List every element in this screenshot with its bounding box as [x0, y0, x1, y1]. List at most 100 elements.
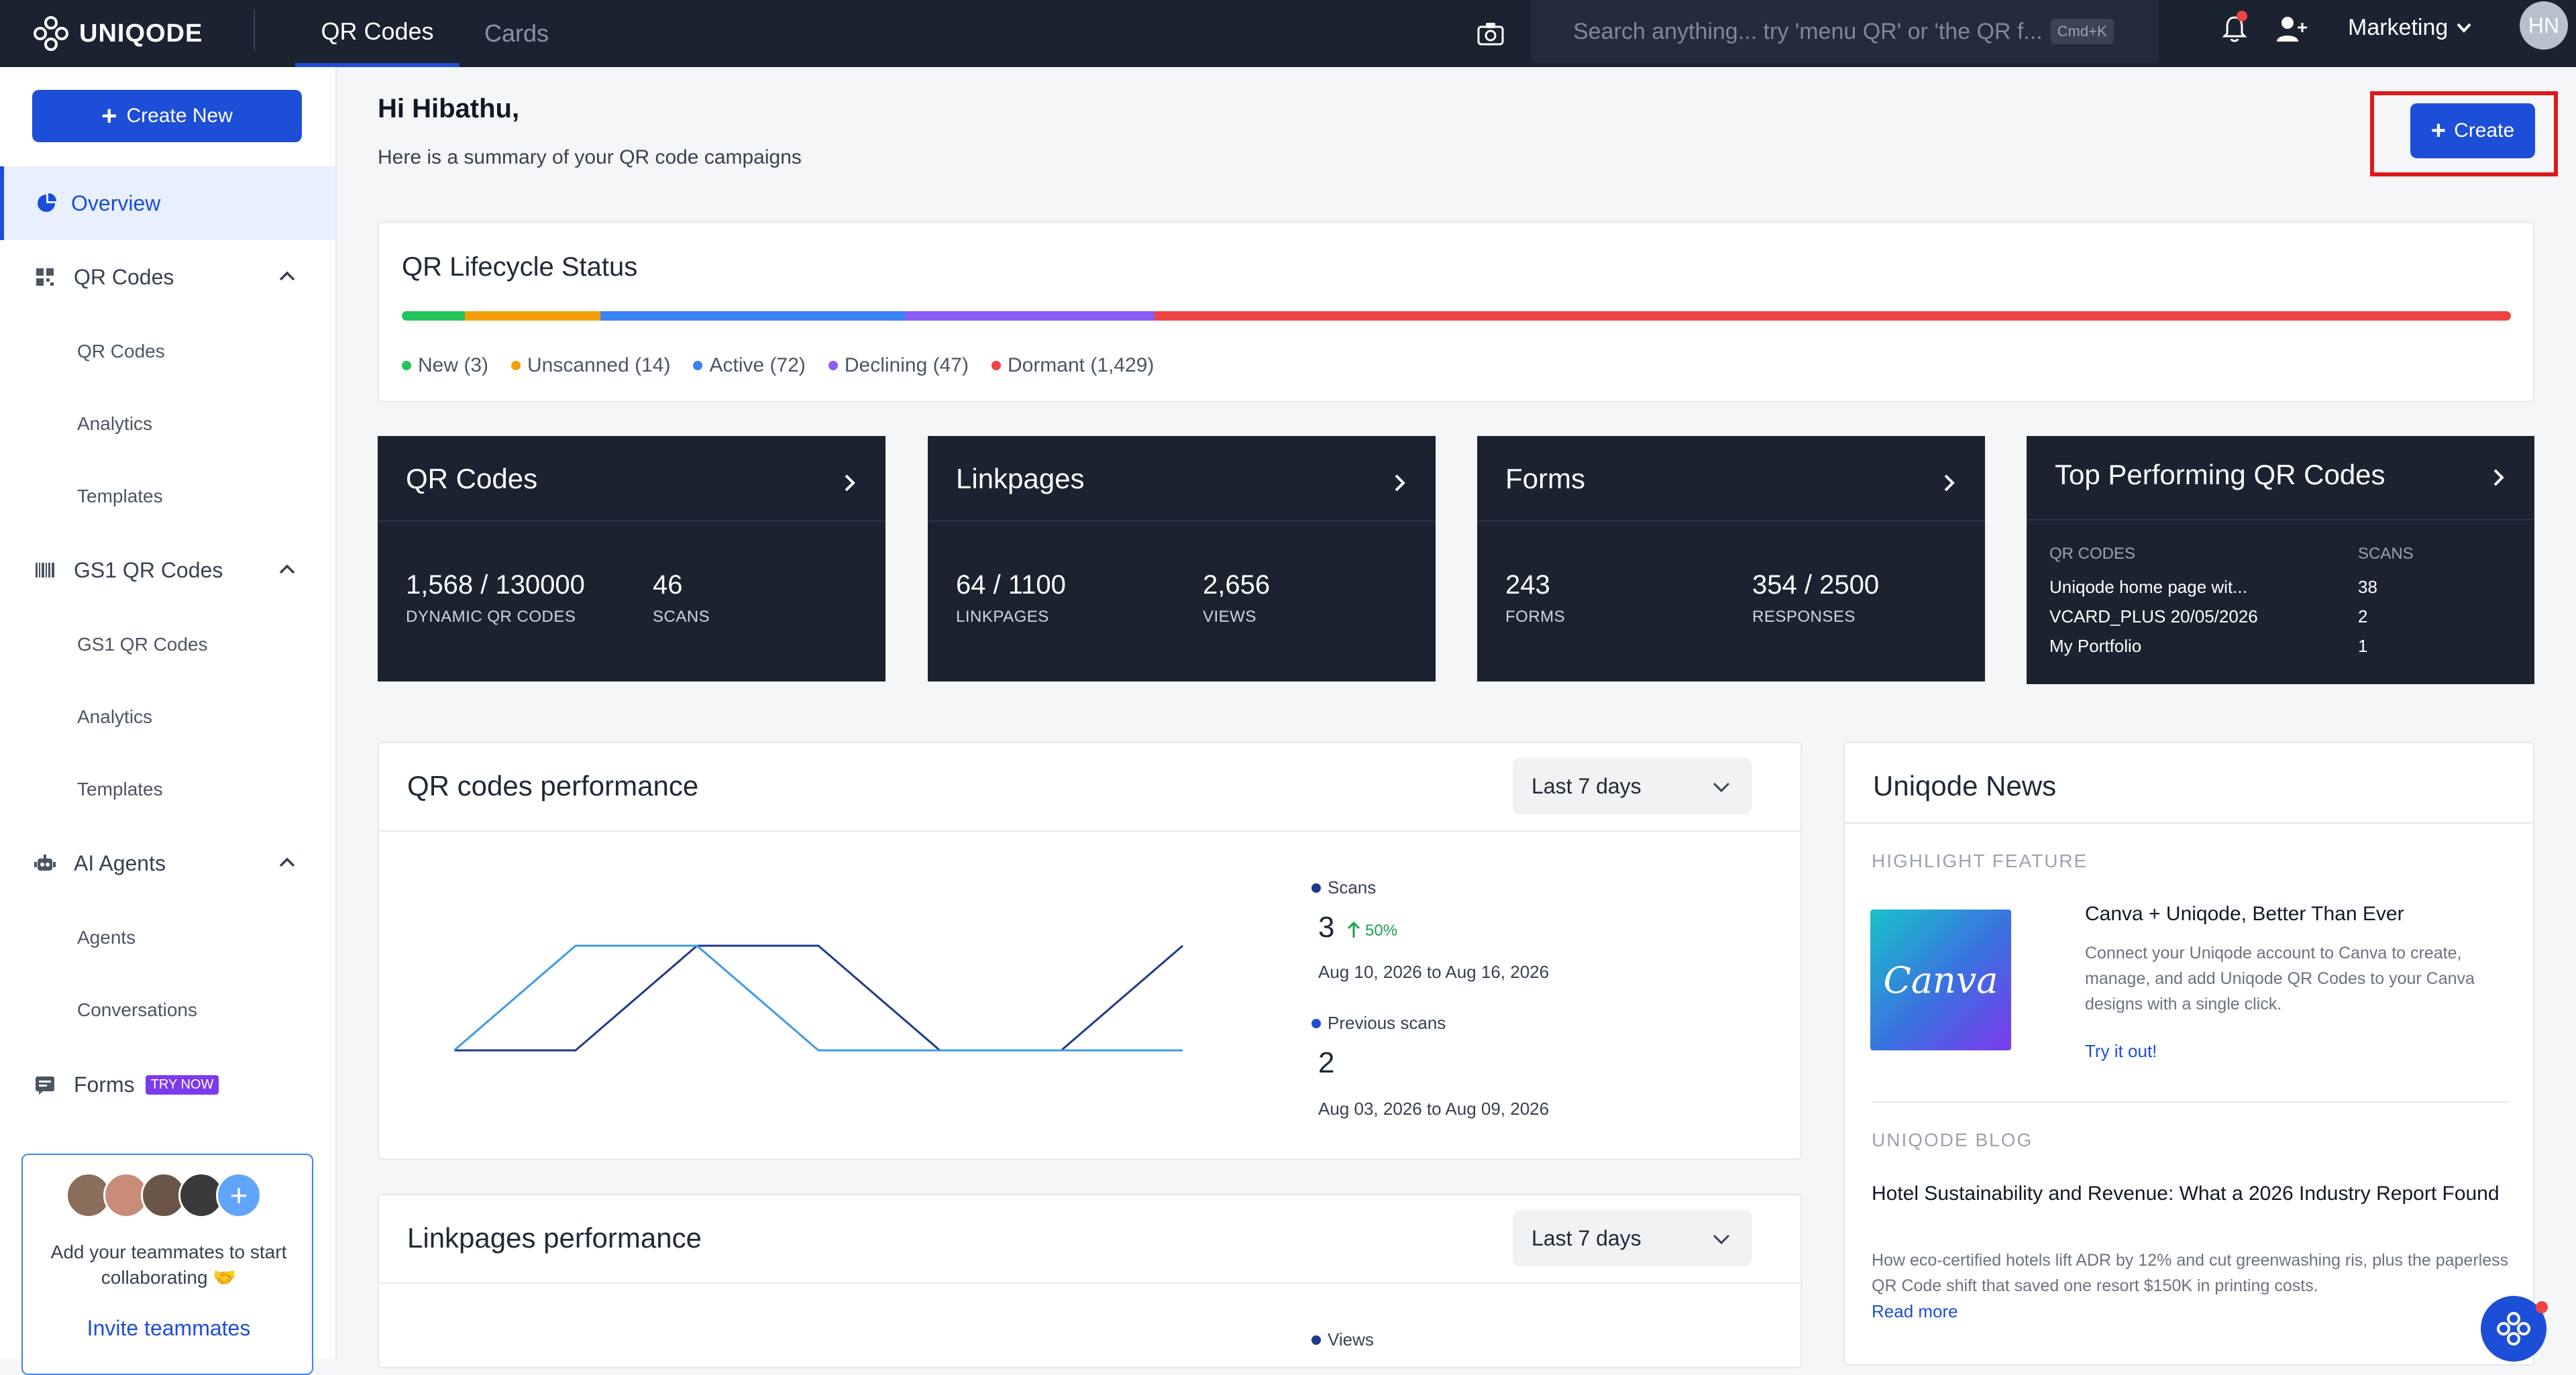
lifecycle-legend-item[interactable]: New (3) — [402, 354, 488, 377]
lifecycle-segment — [402, 311, 466, 321]
camera-icon[interactable] — [1476, 19, 1505, 48]
forms-count: 243 — [1505, 570, 1550, 600]
sidebar-group-label: AI Agents — [74, 850, 166, 875]
blog-title[interactable]: Hotel Sustainability and Revenue: What a… — [1872, 1179, 2516, 1209]
user-avatar[interactable]: HN — [2520, 1, 2568, 50]
views-label: VIEWS — [1203, 608, 1256, 626]
highlight-feature-label: HIGHLIGHT FEATURE — [1872, 850, 2088, 871]
panel-title: Linkpages performance — [407, 1222, 702, 1254]
sidebar-group-qr-codes[interactable]: QR Codes — [0, 254, 335, 300]
feature-title[interactable]: Canva + Uniqode, Better Than Ever — [2085, 903, 2404, 926]
top-qr-scans: 38 — [2358, 577, 2377, 597]
lifecycle-legend-item[interactable]: Dormant (1,429) — [991, 354, 1154, 377]
top-qr-scans: 2 — [2358, 606, 2368, 626]
chevron-down-icon — [1713, 782, 1730, 793]
scans-line-chart — [453, 944, 1183, 1052]
views-count: 2,656 — [1203, 570, 1271, 600]
divider — [1477, 520, 1985, 522]
legend-dot — [1311, 883, 1321, 893]
divider — [378, 520, 885, 522]
blog-label: UNIQODE BLOG — [1872, 1130, 2033, 1150]
robot-icon — [34, 855, 56, 871]
lifecycle-legend-item[interactable]: Declining (47) — [828, 354, 969, 377]
legend-dot — [828, 361, 838, 370]
date-range-select[interactable]: Last 7 days — [1513, 758, 1752, 814]
legend-label: Active (72) — [709, 354, 806, 376]
sidebar-item-agents[interactable]: Agents — [77, 927, 136, 948]
lifecycle-legend-item[interactable]: Unscanned (14) — [511, 354, 670, 377]
add-teammate-icon[interactable]: + — [216, 1172, 262, 1218]
add-user-icon[interactable] — [2274, 12, 2309, 47]
sidebar-item-qr-codes[interactable]: QR Codes — [77, 341, 165, 362]
sidebar-item-qr-templates[interactable]: Templates — [77, 486, 163, 507]
create-label: Create — [2454, 119, 2515, 142]
linkpages-stat-card[interactable]: Linkpages 64 / 1100 LINKPAGES 2,656 VIEW… — [928, 436, 1436, 681]
sidebar-item-label: Overview — [71, 190, 161, 215]
scans-count: 46 — [653, 570, 683, 600]
tab-cards[interactable]: Cards — [470, 0, 564, 67]
qr-performance-panel: QR codes performance Last 7 days Scans 3… — [378, 742, 1802, 1160]
lifecycle-legend-item[interactable]: Active (72) — [693, 354, 806, 377]
create-new-button[interactable]: + Create New — [32, 90, 302, 142]
form-icon — [36, 1077, 54, 1095]
sidebar-item-qr-analytics[interactable]: Analytics — [77, 413, 152, 435]
tab-qr-codes[interactable]: QR Codes — [295, 0, 460, 67]
lifecycle-segment — [906, 311, 1155, 321]
sidebar-item-gs1-templates[interactable]: Templates — [77, 779, 163, 800]
top-qr-name[interactable]: Uniqode home page wit... — [2049, 577, 2247, 598]
workspace-selector[interactable]: Marketing — [2348, 11, 2473, 44]
lifecycle-progress-bar — [402, 311, 2511, 321]
canva-thumbnail[interactable]: Canva — [1870, 910, 2011, 1050]
invite-teammates-card: + Add your teammates to start collaborat… — [21, 1154, 313, 1375]
legend-label: New (3) — [418, 354, 489, 376]
sidebar-item-overview[interactable]: Overview — [0, 166, 335, 240]
notification-dot — [2237, 11, 2247, 21]
scans-label: SCANS — [653, 608, 710, 626]
forms-stat-card[interactable]: Forms 243 FORMS 354 / 2500 RESPONSES — [1477, 436, 1985, 681]
create-button[interactable]: + Create — [2410, 103, 2535, 158]
legend-dot — [1311, 1335, 1321, 1345]
sidebar-item-gs1-analytics[interactable]: Analytics — [77, 706, 152, 728]
sidebar-item-gs1-qr-codes[interactable]: GS1 QR Codes — [77, 634, 208, 655]
sidebar-group-gs1-qr-codes[interactable]: GS1 QR Codes — [0, 547, 335, 594]
sidebar-group-ai-agents[interactable]: AI Agents — [0, 840, 335, 887]
legend-label: Unscanned (14) — [527, 354, 671, 376]
chevron-up-icon — [279, 564, 295, 574]
legend-dot — [402, 361, 411, 370]
workspace-name: Marketing — [2348, 14, 2449, 40]
brand-name: UNIQODE — [79, 19, 203, 48]
scans-column-header: SCANS — [2358, 545, 2414, 563]
plus-icon: + — [101, 101, 117, 131]
linkpages-label: LINKPAGES — [956, 608, 1049, 626]
scans-value: 3 — [1318, 911, 1335, 944]
read-more-link[interactable]: Read more — [1872, 1301, 1958, 1322]
panel-title: Uniqode News — [1873, 770, 2057, 802]
sidebar-group-forms[interactable]: Forms TRY NOW — [0, 1061, 335, 1108]
search-input[interactable]: Search anything... try 'menu QR' or 'the… — [1532, 0, 2159, 63]
try-it-out-link[interactable]: Try it out! — [2085, 1041, 2157, 1062]
qr-codes-stat-card[interactable]: QR Codes 1,568 / 130000 DYNAMIC QR CODES… — [378, 436, 885, 681]
responses-count: 354 / 2500 — [1752, 570, 1880, 600]
invite-teammates-link[interactable]: Invite teammates — [23, 1316, 315, 1341]
notification-dot — [2536, 1301, 2548, 1313]
previous-scans-legend: Previous scans — [1311, 1013, 1446, 1034]
sidebar-group-label: QR Codes — [74, 264, 174, 289]
lifecycle-title: QR Lifecycle Status — [402, 252, 638, 282]
sidebar-item-conversations[interactable]: Conversations — [77, 999, 197, 1021]
legend-dot — [693, 361, 703, 370]
previous-scans-date-range: Aug 03, 2026 to Aug 09, 2026 — [1318, 1099, 1550, 1119]
divider — [928, 520, 1436, 522]
try-now-badge: TRY NOW — [145, 1075, 219, 1095]
top-qr-name[interactable]: VCARD_PLUS 20/05/2026 — [2049, 606, 2258, 627]
card-title: Top Performing QR Codes — [2055, 459, 2385, 490]
arrow-up-icon — [1347, 922, 1360, 938]
barcode-icon — [36, 563, 54, 578]
top-qr-name[interactable]: My Portfolio — [2049, 636, 2141, 657]
invite-message: Add your teammates to start collaboratin… — [50, 1242, 287, 1288]
date-range-select[interactable]: Last 7 days — [1513, 1210, 1752, 1266]
brand-logo[interactable]: UNIQODE — [32, 15, 203, 52]
team-avatars: + — [66, 1172, 262, 1218]
top-performing-card[interactable]: Top Performing QR Codes QR CODES SCANS U… — [2027, 436, 2534, 684]
forms-label: FORMS — [1505, 608, 1566, 626]
lifecycle-segment — [1155, 311, 2511, 321]
